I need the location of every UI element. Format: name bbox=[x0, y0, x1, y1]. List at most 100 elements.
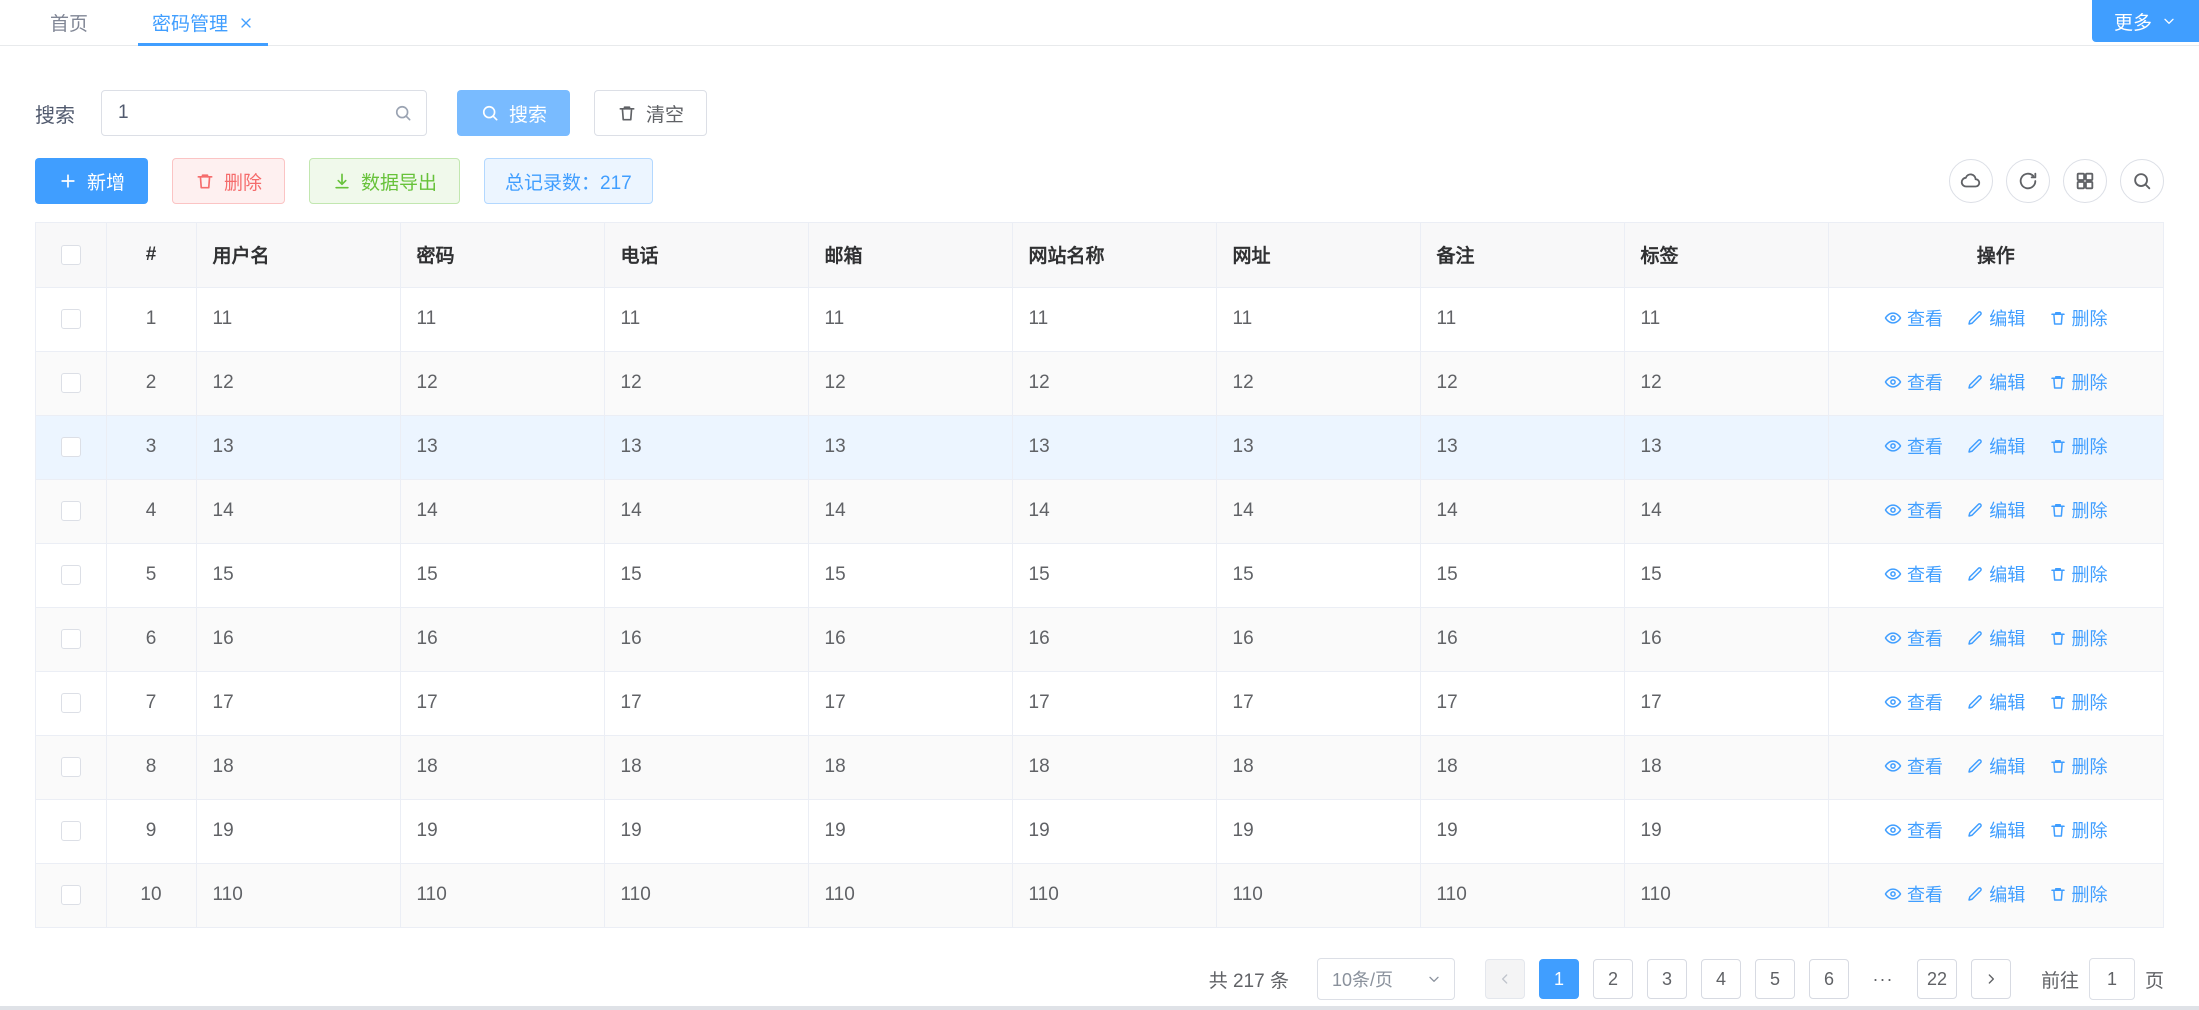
view-link[interactable]: 查看 bbox=[1884, 561, 1943, 587]
row-checkbox[interactable] bbox=[61, 437, 81, 457]
password-cell: 14 bbox=[400, 479, 604, 543]
edit-link[interactable]: 编辑 bbox=[1966, 369, 2025, 395]
table-row[interactable]: 6 16 16 16 16 16 16 16 16 查看 编辑 删除 bbox=[36, 607, 2163, 671]
view-link[interactable]: 查看 bbox=[1884, 497, 1943, 523]
site-url-cell: 13 bbox=[1216, 415, 1420, 479]
delete-link[interactable]: 删除 bbox=[2049, 817, 2108, 843]
close-icon[interactable] bbox=[238, 15, 254, 31]
table-row[interactable]: 7 17 17 17 17 17 17 17 17 查看 编辑 删除 bbox=[36, 671, 2163, 735]
table-row[interactable]: 5 15 15 15 15 15 15 15 15 查看 编辑 删除 bbox=[36, 543, 2163, 607]
table-search-button[interactable] bbox=[2120, 159, 2164, 203]
site-url-cell: 12 bbox=[1216, 351, 1420, 415]
delete-link[interactable]: 删除 bbox=[2049, 881, 2108, 907]
pager-page[interactable]: 4 bbox=[1701, 959, 1741, 999]
delete-link[interactable]: 删除 bbox=[2049, 689, 2108, 715]
table-row[interactable]: 1 11 11 11 11 11 11 11 11 查看 编辑 删除 bbox=[36, 287, 2163, 351]
tab-password-management[interactable]: 密码管理 bbox=[138, 0, 268, 45]
delete-button-label: 删除 bbox=[224, 168, 262, 195]
pager-page[interactable]: 2 bbox=[1593, 959, 1633, 999]
table-row[interactable]: 4 14 14 14 14 14 14 14 14 查看 编辑 删除 bbox=[36, 479, 2163, 543]
table-header-row: #用户名密码电话邮箱网站名称网址备注标签操作 bbox=[36, 223, 2163, 287]
edit-link[interactable]: 编辑 bbox=[1966, 881, 2025, 907]
pager-page[interactable]: 22 bbox=[1917, 959, 1957, 999]
view-link[interactable]: 查看 bbox=[1884, 753, 1943, 779]
edit-link[interactable]: 编辑 bbox=[1966, 817, 2025, 843]
pager-page[interactable]: 6 bbox=[1809, 959, 1849, 999]
edit-link[interactable]: 编辑 bbox=[1966, 497, 2025, 523]
row-index-cell: 1 bbox=[106, 287, 196, 351]
cloud-download-button[interactable] bbox=[1949, 159, 1993, 203]
edit-link-label: 编辑 bbox=[1989, 305, 2025, 331]
trash-icon bbox=[2049, 309, 2067, 327]
tab-home[interactable]: 首页 bbox=[36, 0, 102, 45]
delete-link[interactable]: 删除 bbox=[2049, 753, 2108, 779]
edit-link[interactable]: 编辑 bbox=[1966, 305, 2025, 331]
search-button[interactable]: 搜索 bbox=[457, 90, 570, 136]
table-row[interactable]: 2 12 12 12 12 12 12 12 12 查看 编辑 删除 bbox=[36, 351, 2163, 415]
row-checkbox[interactable] bbox=[61, 757, 81, 777]
row-checkbox[interactable] bbox=[61, 629, 81, 649]
delete-link[interactable]: 删除 bbox=[2049, 561, 2108, 587]
row-checkbox[interactable] bbox=[61, 693, 81, 713]
site-name-cell: 18 bbox=[1012, 735, 1216, 799]
phone-cell: 12 bbox=[604, 351, 808, 415]
add-button[interactable]: 新增 bbox=[35, 158, 148, 204]
trash-icon bbox=[2049, 629, 2067, 647]
delete-link[interactable]: 删除 bbox=[2049, 369, 2108, 395]
clear-button[interactable]: 清空 bbox=[594, 90, 707, 136]
site-url-cell: 16 bbox=[1216, 607, 1420, 671]
site-name-cell: 16 bbox=[1012, 607, 1216, 671]
delete-link[interactable]: 删除 bbox=[2049, 625, 2108, 651]
row-checkbox[interactable] bbox=[61, 565, 81, 585]
delete-link-label: 删除 bbox=[2072, 305, 2108, 331]
edit-link[interactable]: 编辑 bbox=[1966, 689, 2025, 715]
view-link[interactable]: 查看 bbox=[1884, 433, 1943, 459]
column-header: 网址 bbox=[1216, 223, 1420, 287]
more-button[interactable]: 更多 bbox=[2092, 0, 2199, 42]
table-row[interactable]: 8 18 18 18 18 18 18 18 18 查看 编辑 删除 bbox=[36, 735, 2163, 799]
pager-page[interactable]: 3 bbox=[1647, 959, 1687, 999]
page-size-select[interactable]: 10条/页 bbox=[1317, 958, 1455, 1000]
password-cell: 18 bbox=[400, 735, 604, 799]
edit-icon bbox=[1966, 309, 1984, 327]
prev-page-button[interactable] bbox=[1485, 959, 1525, 999]
column-header: 备注 bbox=[1420, 223, 1624, 287]
search-input[interactable] bbox=[101, 90, 427, 136]
delete-link[interactable]: 删除 bbox=[2049, 497, 2108, 523]
row-checkbox[interactable] bbox=[61, 309, 81, 329]
site-name-cell: 17 bbox=[1012, 671, 1216, 735]
delete-button[interactable]: 删除 bbox=[172, 158, 285, 204]
delete-link[interactable]: 删除 bbox=[2049, 433, 2108, 459]
email-cell: 19 bbox=[808, 799, 1012, 863]
pager-page[interactable]: 1 bbox=[1539, 959, 1579, 999]
refresh-button[interactable] bbox=[2006, 159, 2050, 203]
row-index-cell: 8 bbox=[106, 735, 196, 799]
edit-link[interactable]: 编辑 bbox=[1966, 561, 2025, 587]
edit-link[interactable]: 编辑 bbox=[1966, 753, 2025, 779]
view-link[interactable]: 查看 bbox=[1884, 625, 1943, 651]
goto-page-input[interactable] bbox=[2089, 958, 2135, 1000]
edit-link[interactable]: 编辑 bbox=[1966, 625, 2025, 651]
row-checkbox[interactable] bbox=[61, 821, 81, 841]
columns-button[interactable] bbox=[2063, 159, 2107, 203]
delete-link[interactable]: 删除 bbox=[2049, 305, 2108, 331]
edit-link[interactable]: 编辑 bbox=[1966, 433, 2025, 459]
view-link[interactable]: 查看 bbox=[1884, 881, 1943, 907]
row-checkbox[interactable] bbox=[61, 885, 81, 905]
view-link[interactable]: 查看 bbox=[1884, 689, 1943, 715]
pager-page[interactable]: 5 bbox=[1755, 959, 1795, 999]
view-link[interactable]: 查看 bbox=[1884, 817, 1943, 843]
row-checkbox[interactable] bbox=[61, 501, 81, 521]
table-row[interactable]: 9 19 19 19 19 19 19 19 19 查看 编辑 删除 bbox=[36, 799, 2163, 863]
site-url-cell: 11 bbox=[1216, 287, 1420, 351]
next-page-button[interactable] bbox=[1971, 959, 2011, 999]
row-checkbox[interactable] bbox=[61, 373, 81, 393]
view-link[interactable]: 查看 bbox=[1884, 305, 1943, 331]
row-actions-cell: 查看 编辑 删除 bbox=[1828, 863, 2163, 927]
select-all-checkbox[interactable] bbox=[61, 245, 81, 265]
table-row[interactable]: 10 110 110 110 110 110 110 110 110 查看 编辑… bbox=[36, 863, 2163, 927]
pager-more[interactable]: ··· bbox=[1863, 959, 1903, 999]
table-row[interactable]: 3 13 13 13 13 13 13 13 13 查看 编辑 删除 bbox=[36, 415, 2163, 479]
view-link[interactable]: 查看 bbox=[1884, 369, 1943, 395]
export-button[interactable]: 数据导出 bbox=[309, 158, 460, 204]
